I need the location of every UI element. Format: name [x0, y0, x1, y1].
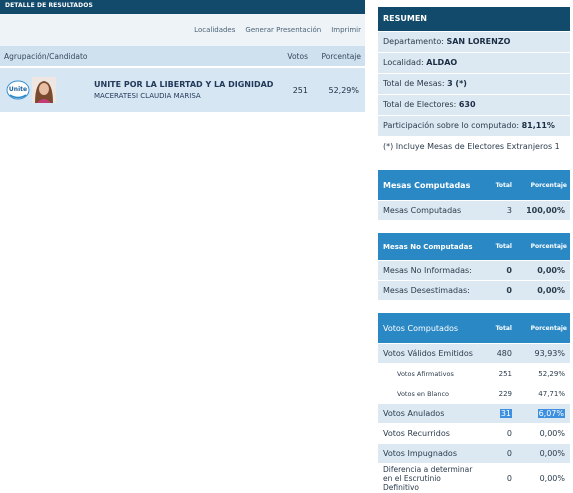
- results-detail-panel: DETALLE DE RESULTADOS Localidades Genera…: [0, 0, 365, 112]
- section-title: Mesas Computadas: [383, 180, 471, 190]
- candidate-photo: [32, 77, 56, 103]
- localidades-link[interactable]: Localidades: [194, 26, 235, 34]
- logo-text: Unite: [9, 86, 27, 93]
- selected-text: 6,07%: [537, 409, 565, 418]
- candidate-name: MACERATESI CLAUDIA MARISA: [94, 92, 201, 100]
- col-agrupacion: Agrupación/Candidato: [4, 51, 88, 61]
- votos-anulados-row: Votos Anulados 31 6,07%: [378, 403, 570, 423]
- detail-title: DETALLE DE RESULTADOS: [0, 0, 365, 14]
- participacion-line: Participación sobre lo computado: 81,11%: [378, 116, 570, 136]
- results-table-header: Agrupación/Candidato Votos Porcentaje: [0, 46, 365, 66]
- votos-computados-section: Votos Computados Total Porcentaje Votos …: [378, 313, 570, 493]
- header-total: Total: [495, 243, 512, 250]
- mesas-no-computadas-section: Mesas No Computadas Total Porcentaje Mes…: [378, 233, 570, 300]
- mesas-computadas-row: Mesas Computadas 3 100,00%: [378, 200, 570, 220]
- header-porcentaje: Porcentaje: [530, 243, 567, 250]
- header-total: Total: [495, 181, 512, 189]
- votos-en-blanco-row: Votos en Blanco 229 47,71%: [378, 383, 570, 403]
- departamento-line: Departamento: SAN LORENZO: [378, 32, 570, 52]
- imprimir-link[interactable]: Imprimir: [331, 26, 361, 34]
- row-votos: 251: [292, 85, 308, 95]
- mesas-no-informadas-row: Mesas No Informadas: 0 0,00%: [378, 260, 570, 280]
- table-row[interactable]: Unite UNITE POR LA LIBERTAD Y LA DIGNIDA…: [0, 66, 365, 112]
- mesas-computadas-header: Mesas Computadas Total Porcentaje: [378, 170, 570, 200]
- header-porcentaje: Porcentaje: [530, 324, 567, 332]
- summary-panel: RESUMEN Departamento: SAN LORENZO Locali…: [378, 7, 570, 493]
- votos-validos-row: Votos Válidos Emitidos 480 93,93%: [378, 343, 570, 363]
- extranjeros-note: (*) Incluye Mesas de Electores Extranjer…: [378, 137, 570, 157]
- col-porcentaje: Porcentaje: [321, 51, 362, 61]
- votos-afirmativos-row: Votos Afirmativos 251 52,29%: [378, 363, 570, 383]
- diferencia-row: Diferencia a determinar en el Escrutinio…: [378, 463, 570, 493]
- header-total: Total: [495, 324, 512, 332]
- selected-text: 31: [499, 409, 512, 418]
- row-porcentaje: 52,29%: [328, 85, 359, 95]
- generar-presentacion-link[interactable]: Generar Presentación: [245, 26, 321, 34]
- votos-impugnados-row: Votos Impugnados 0 0,00%: [378, 443, 570, 463]
- mesas-no-computadas-header: Mesas No Computadas Total Porcentaje: [378, 233, 570, 260]
- section-title: Votos Computados: [383, 323, 459, 333]
- header-porcentaje: Porcentaje: [530, 181, 567, 189]
- section-title: Mesas No Computadas: [383, 242, 473, 251]
- localidad-line: Localidad: ALDAO: [378, 53, 570, 73]
- mesas-desestimadas-row: Mesas Desestimadas: 0 0,00%: [378, 280, 570, 300]
- party-logo-icon: Unite: [6, 80, 30, 100]
- party-name: UNITE POR LA LIBERTAD Y LA DIGNIDAD: [94, 80, 274, 89]
- votos-recurridos-row: Votos Recurridos 0 0,00%: [378, 423, 570, 443]
- votos-computados-header: Votos Computados Total Porcentaje: [378, 313, 570, 343]
- col-votos: Votos: [287, 51, 308, 61]
- detail-toolbar: Localidades Generar Presentación Imprimi…: [0, 14, 365, 46]
- total-electores-line: Total de Electores: 630: [378, 95, 570, 115]
- resumen-title: RESUMEN: [378, 7, 570, 31]
- mesas-computadas-section: Mesas Computadas Total Porcentaje Mesas …: [378, 170, 570, 220]
- total-mesas-line: Total de Mesas: 3 (*): [378, 74, 570, 94]
